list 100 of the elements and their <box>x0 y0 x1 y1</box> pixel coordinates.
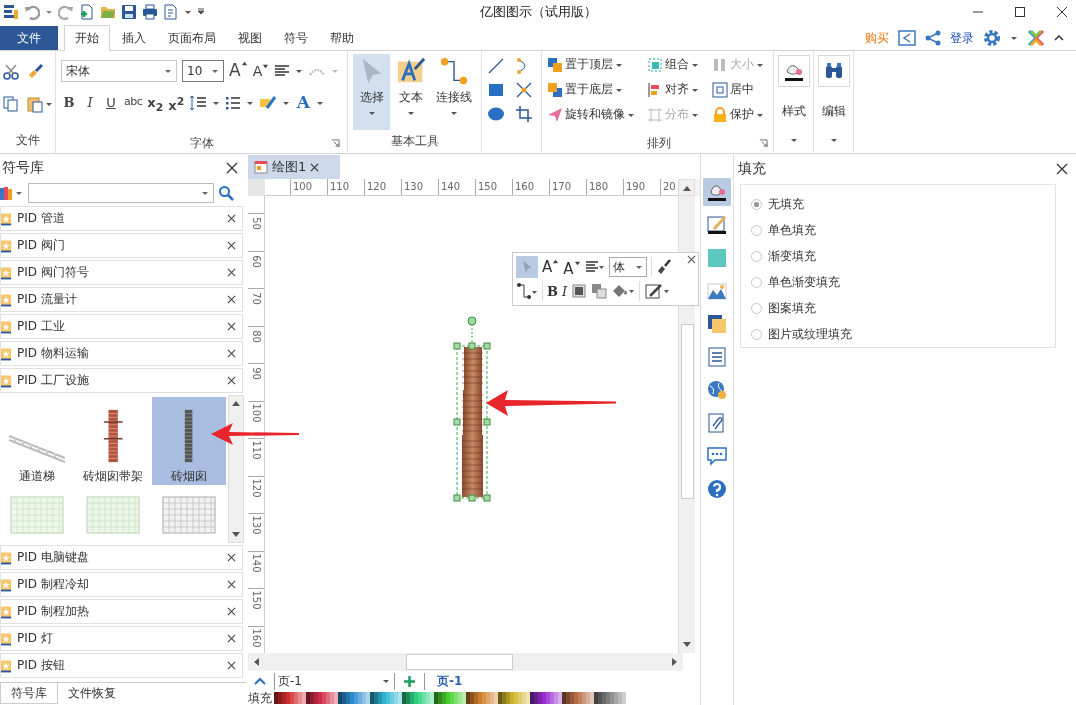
option-label[interactable]: 渐变填充 <box>768 247 816 265</box>
print-icon[interactable] <box>142 4 158 20</box>
settings-icon[interactable] <box>983 29 1001 47</box>
tool-button[interactable]: 连接线 <box>431 54 476 130</box>
cross-icon[interactable] <box>515 81 533 99</box>
radio-button[interactable] <box>751 302 762 314</box>
arrange-button[interactable]: 旋转和镜像 <box>547 105 642 124</box>
selection-frame[interactable] <box>453 316 491 502</box>
scroll-up-icon[interactable] <box>231 399 241 407</box>
search-field[interactable] <box>28 183 214 203</box>
shrink-font-button[interactable]: A <box>252 60 270 82</box>
font-name-dropdown[interactable]: 体 <box>608 257 647 277</box>
scroll-down-icon[interactable] <box>682 641 692 649</box>
tool-button[interactable]: 选择 <box>353 54 391 130</box>
scroll-right-icon[interactable] <box>671 657 679 667</box>
undo-icon[interactable] <box>24 4 40 20</box>
option-label[interactable]: 单色填充 <box>768 221 816 239</box>
caret-icon[interactable] <box>282 99 291 107</box>
app-logo-icon[interactable] <box>3 4 19 20</box>
save-icon[interactable] <box>121 4 137 20</box>
option-label[interactable]: 无填充 <box>768 195 804 213</box>
close-icon[interactable] <box>227 349 236 358</box>
library-shape[interactable]: 通道梯 <box>0 397 74 485</box>
library-books-icon[interactable] <box>0 185 24 201</box>
ellipse-icon[interactable] <box>487 105 505 123</box>
add-page-icon[interactable] <box>403 674 416 688</box>
ribbon-tab[interactable]: 符号 <box>274 26 318 50</box>
side-tool-button[interactable] <box>703 178 731 206</box>
arrange-button[interactable]: 居中 <box>711 80 770 99</box>
scrollbar[interactable] <box>228 395 244 543</box>
customize-icon[interactable] <box>197 8 205 16</box>
scroll-down-icon[interactable] <box>231 531 241 539</box>
cut-icon[interactable] <box>1 63 20 81</box>
rectangle-icon[interactable] <box>487 81 505 99</box>
close-icon[interactable] <box>1056 163 1068 175</box>
shrink-font-button[interactable]: A <box>563 256 581 278</box>
close-icon[interactable] <box>227 580 236 589</box>
ribbon-tab[interactable]: 帮助 <box>320 26 364 50</box>
option-label[interactable]: 图片或纹理填充 <box>768 325 852 343</box>
close-icon[interactable] <box>227 634 236 643</box>
close-icon[interactable] <box>227 553 236 562</box>
page-tab[interactable]: 页-1 <box>424 672 463 690</box>
caret-icon[interactable] <box>184 8 192 16</box>
scroll-thumb[interactable] <box>406 654 513 670</box>
caret-icon[interactable] <box>316 99 325 107</box>
fill-bucket-icon[interactable] <box>611 283 636 299</box>
connector-icon[interactable] <box>516 282 538 300</box>
dialog-launcher-icon[interactable] <box>759 138 768 148</box>
new-file-icon[interactable] <box>79 4 95 20</box>
login-link[interactable]: 登录 <box>950 29 974 47</box>
font-name-dropdown[interactable]: 宋体 <box>61 60 177 82</box>
close-icon[interactable] <box>227 295 236 304</box>
close-icon[interactable] <box>227 376 236 385</box>
format-button[interactable]: x$^{2}$ <box>168 92 185 114</box>
format-button[interactable]: x$_{2}$ <box>147 92 164 114</box>
option-label[interactable]: 单色渐变填充 <box>768 273 840 291</box>
ribbon-tab[interactable]: 插入 <box>112 26 156 50</box>
folder-icon[interactable] <box>100 4 116 20</box>
send-back-icon[interactable] <box>591 283 608 299</box>
radio-button[interactable] <box>751 198 762 210</box>
collapse-ribbon-icon[interactable] <box>1054 33 1064 43</box>
ribbon-tab[interactable]: 文件 <box>0 26 58 50</box>
format-button[interactable]: abc <box>124 92 143 114</box>
scrollbar[interactable] <box>248 653 683 671</box>
close-icon[interactable] <box>227 661 236 670</box>
maximize-icon[interactable] <box>1014 6 1026 18</box>
arrange-button[interactable]: 置于底层 <box>547 80 642 99</box>
export-icon[interactable] <box>163 4 179 20</box>
line-icon[interactable] <box>487 57 505 75</box>
dialog-launcher-icon[interactable] <box>331 138 340 148</box>
scroll-thumb[interactable] <box>680 324 694 499</box>
close-icon[interactable] <box>227 268 236 277</box>
share-board-icon[interactable] <box>898 29 916 47</box>
grow-font-button[interactable]: A <box>542 258 560 276</box>
color-palette[interactable] <box>274 692 626 704</box>
tool-button[interactable]: 文本 <box>392 54 430 130</box>
ribbon-tab[interactable]: 视图 <box>228 26 272 50</box>
close-icon[interactable] <box>227 241 236 250</box>
close-icon[interactable] <box>227 322 236 331</box>
caret-icon[interactable] <box>246 99 255 107</box>
copy-icon[interactable] <box>1 95 20 113</box>
grow-font-button[interactable]: A <box>229 60 248 82</box>
bold-button[interactable]: B <box>547 283 558 299</box>
ribbon-tab[interactable]: 页面布局 <box>158 26 226 50</box>
bullet-list-icon[interactable] <box>225 96 242 110</box>
close-icon[interactable] <box>687 255 696 264</box>
chimney-drawing[interactable] <box>461 347 484 497</box>
edit-button[interactable]: 编辑 <box>817 55 850 144</box>
format-button[interactable]: B <box>61 92 77 114</box>
font-color-button[interactable]: A <box>295 92 312 114</box>
close-icon[interactable] <box>310 162 320 172</box>
align-icon[interactable] <box>274 64 291 78</box>
caret-icon[interactable] <box>212 99 221 107</box>
italic-button[interactable]: I <box>562 283 568 299</box>
font-size-dropdown[interactable]: 10 <box>182 60 224 82</box>
caret-icon[interactable] <box>44 100 53 108</box>
arrange-button[interactable]: 置于顶层 <box>547 55 642 74</box>
share-icon[interactable] <box>925 30 941 46</box>
crop-icon[interactable] <box>515 105 533 123</box>
close-icon[interactable] <box>227 214 236 223</box>
